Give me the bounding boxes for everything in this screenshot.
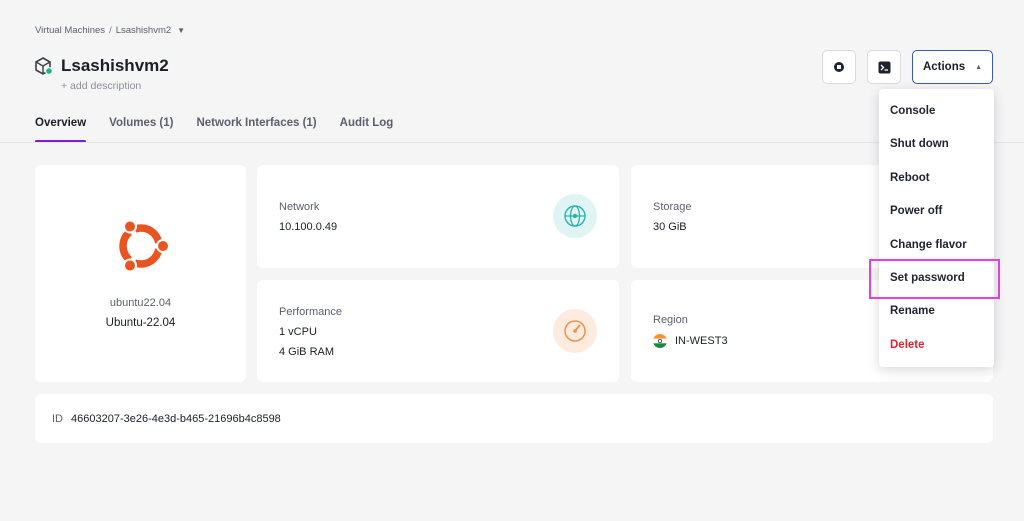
menu-item-power-off[interactable]: Power off <box>890 205 942 217</box>
tab-volumes[interactable]: Volumes (1) <box>109 117 173 140</box>
network-card: Network 10.100.0.49 <box>257 165 619 268</box>
menu-item-delete[interactable]: Delete <box>890 339 925 351</box>
region-label: Region <box>653 314 688 326</box>
gauge-icon <box>553 309 597 353</box>
os-name: ubuntu22.04 <box>109 297 172 309</box>
vm-status-icon <box>35 57 54 76</box>
menu-item-console[interactable]: Console <box>890 105 935 117</box>
breadcrumb-virtual-machines[interactable]: Virtual Machines <box>35 25 105 36</box>
toolbar: Actions ▲ <box>822 50 993 84</box>
tab-overview[interactable]: Overview <box>35 117 87 143</box>
india-flag-icon <box>653 334 667 348</box>
actions-dropdown-menu: Console Shut down Reboot Power off Chang… <box>879 89 994 367</box>
ubuntu-logo-icon <box>118 219 170 273</box>
breadcrumb-separator: / <box>109 25 112 36</box>
os-version: Ubuntu-22.04 <box>105 317 176 329</box>
performance-cpu: 1 vCPU <box>279 326 317 338</box>
menu-item-rename[interactable]: Rename <box>890 305 935 317</box>
tab-bar: Overview Volumes (1) Network Interfaces … <box>35 117 394 143</box>
page-title-row: Lsashishvm2 <box>35 56 169 76</box>
storage-value: 30 GiB <box>653 221 687 233</box>
terminal-icon <box>878 61 890 73</box>
region-value: IN-WEST3 <box>675 335 728 347</box>
menu-item-shut-down[interactable]: Shut down <box>890 138 949 150</box>
tab-network-interfaces[interactable]: Network Interfaces (1) <box>196 117 316 140</box>
chevron-up-icon: ▲ <box>975 63 983 71</box>
region-value-row: IN-WEST3 <box>653 334 728 348</box>
os-card: ubuntu22.04 Ubuntu-22.04 <box>35 165 246 382</box>
breadcrumb-current[interactable]: Lsashishvm2 <box>116 25 171 36</box>
chevron-down-icon[interactable]: ▼ <box>177 26 185 35</box>
id-label: ID <box>52 412 63 425</box>
menu-item-reboot[interactable]: Reboot <box>890 172 930 184</box>
actions-button[interactable]: Actions ▲ <box>912 50 993 84</box>
console-button[interactable] <box>867 50 901 84</box>
performance-label: Performance <box>279 306 342 318</box>
tabs-divider <box>0 142 1024 143</box>
set-password-highlight <box>869 259 1000 299</box>
performance-ram: 4 GiB RAM <box>279 346 335 358</box>
menu-item-change-flavor[interactable]: Change flavor <box>890 239 967 251</box>
storage-label: Storage <box>653 201 692 213</box>
stop-icon <box>834 62 844 72</box>
network-label: Network <box>279 201 320 213</box>
tab-audit-log[interactable]: Audit Log <box>340 117 394 140</box>
actions-button-label: Actions <box>922 61 966 73</box>
breadcrumb: Virtual Machines / Lsashishvm2 ▼ <box>35 25 185 36</box>
vm-id-value: 46603207-3e26-4e3d-b465-21696b4c8598 <box>71 412 281 425</box>
network-globe-icon <box>553 194 597 238</box>
performance-card: Performance 1 vCPU 4 GiB RAM <box>257 280 619 382</box>
add-description-link[interactable]: + add description <box>61 80 141 92</box>
network-ip: 10.100.0.49 <box>279 221 338 233</box>
stop-button[interactable] <box>822 50 856 84</box>
page-title: Lsashishvm2 <box>61 56 169 75</box>
id-card: ID 46603207-3e26-4e3d-b465-21696b4c8598 <box>35 394 993 443</box>
